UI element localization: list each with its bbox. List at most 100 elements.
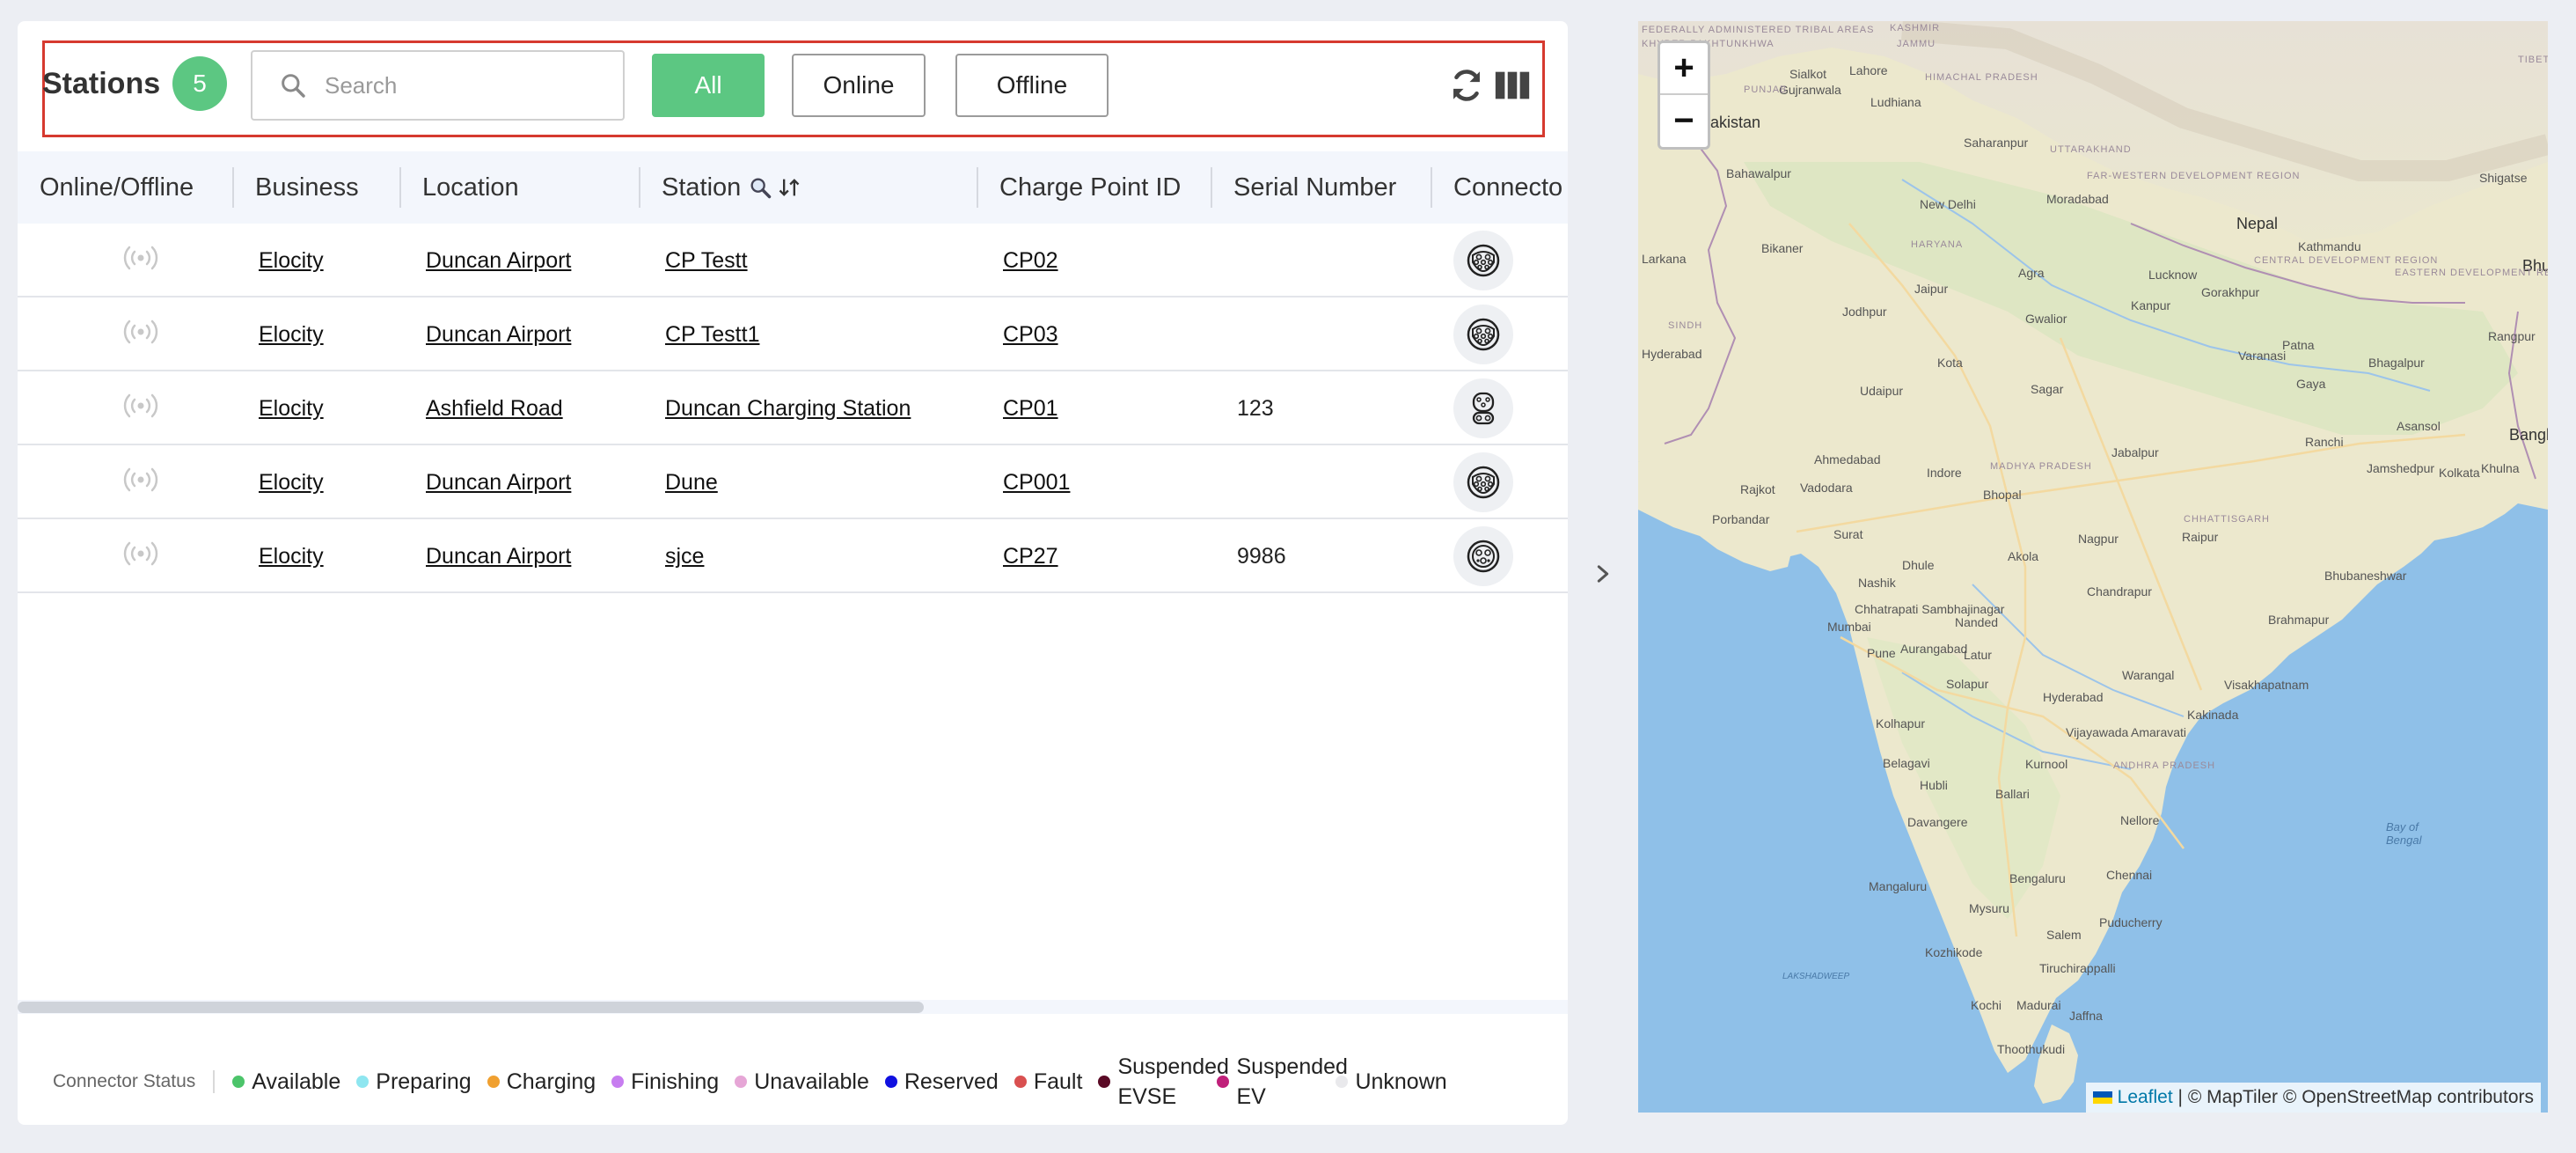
business-cell: Elocity (259, 371, 324, 445)
map-label: Gujranwala (1779, 83, 1841, 97)
charge-point-link[interactable]: CP27 (1003, 544, 1058, 569)
location-link[interactable]: Ashfield Road (426, 396, 563, 422)
column-header-charge-point-id[interactable]: Charge Point ID (977, 151, 1181, 224)
wifi-signal-icon (123, 393, 158, 425)
business-link[interactable]: Elocity (259, 470, 324, 496)
charge-point-link[interactable]: CP02 (1003, 248, 1058, 274)
location-link[interactable]: Duncan Airport (426, 248, 571, 274)
map-label: MADHYA PRADESH (1990, 461, 2092, 472)
charge-point-cell: CP001 (1003, 445, 1070, 519)
station-link[interactable]: CP Testt1 (665, 322, 759, 348)
map-label: Khulna (2481, 461, 2520, 475)
chevron-right-icon[interactable] (1591, 560, 1615, 588)
legend-label: Unavailable (754, 1069, 869, 1094)
connector-button[interactable] (1453, 378, 1513, 438)
zoom-in-button[interactable]: + (1660, 43, 1708, 95)
location-cell: Ashfield Road (426, 371, 563, 445)
map-label: Gorakhpur (2201, 285, 2260, 299)
map-label: Bhubaneshwar (2324, 569, 2407, 583)
horizontal-scrollbar-thumb[interactable] (18, 1002, 924, 1013)
location-cell: Duncan Airport (426, 224, 571, 297)
leaflet-link[interactable]: Leaflet (2118, 1087, 2173, 1108)
column-header-serial-number[interactable]: Serial Number (1211, 151, 1396, 224)
legend-label: Fault (1033, 1069, 1083, 1094)
map-label: Davangere (1907, 815, 1968, 829)
table-row[interactable]: Elocity Ashfield Road Duncan Charging Stat… (18, 371, 1568, 445)
station-cell: Dune (665, 445, 718, 519)
station-link[interactable]: CP Testt (665, 248, 748, 274)
map-label: Thoothukudi (1997, 1042, 2066, 1056)
type2-connector-icon (1466, 317, 1501, 352)
map-label: Jaipur (1914, 282, 1949, 296)
column-header-station[interactable]: Station (639, 151, 802, 224)
map-label: CHHATTISGARH (2184, 514, 2270, 525)
business-link[interactable]: Elocity (259, 248, 324, 274)
station-link[interactable]: Dune (665, 470, 718, 496)
legend-item: Unknown (1336, 1069, 1447, 1095)
map-label: HIMACHAL PRADESH (1925, 72, 2038, 83)
map-label: Kanpur (2131, 298, 2171, 312)
map-label: Rajkot (1740, 482, 1775, 496)
connector-button[interactable] (1453, 452, 1513, 512)
legend-item: Charging (487, 1069, 596, 1095)
map-view[interactable]: Pakistan Nepal Banglad Bhu New Delhi Lah… (1638, 21, 2548, 1113)
column-search-icon[interactable] (748, 175, 772, 200)
filter-online-button[interactable]: Online (792, 54, 926, 117)
charge-point-link[interactable]: CP03 (1003, 322, 1058, 348)
legend-item: Suspended EV (1217, 1052, 1348, 1112)
map-label: Brahmapur (2268, 613, 2330, 627)
connector-button[interactable] (1453, 305, 1513, 364)
table-row[interactable]: Elocity Duncan Airport Dune CP001 (18, 445, 1568, 519)
search-box[interactable] (251, 50, 625, 121)
map-label: Nashik (1858, 576, 1896, 590)
status-dot (1014, 1076, 1027, 1088)
map-label: Mangaluru (1869, 879, 1928, 893)
column-header-location[interactable]: Location (399, 151, 519, 224)
sort-icon[interactable] (776, 175, 802, 200)
map-label: CENTRAL DEVELOPMENT REGION (2254, 255, 2439, 266)
map-label: Nanded (1955, 615, 1999, 629)
map-label: Ranchi (2305, 435, 2344, 449)
column-header-business[interactable]: Business (232, 151, 359, 224)
station-link[interactable]: sjce (665, 544, 704, 569)
station-count-badge: 5 (172, 56, 227, 111)
columns-icon[interactable] (1492, 65, 1533, 106)
table-row[interactable]: Elocity Duncan Airport sjce CP27 9986 (18, 519, 1568, 593)
filter-all-button[interactable]: All (652, 54, 765, 117)
column-header-online-offline[interactable]: Online/Offline (40, 151, 194, 224)
table-row[interactable]: Elocity Duncan Airport CP Testt CP02 (18, 224, 1568, 297)
zoom-out-button[interactable]: − (1660, 95, 1708, 147)
refresh-icon[interactable] (1446, 65, 1487, 106)
map-label: Kolkata (2439, 466, 2480, 480)
map-label: KASHMIR (1890, 23, 1941, 33)
map-label: Tiruchirappalli (2039, 961, 2116, 975)
map-label: Moradabad (2046, 192, 2109, 206)
location-cell: Duncan Airport (426, 445, 571, 519)
connector-button[interactable] (1453, 231, 1513, 290)
location-link[interactable]: Duncan Airport (426, 544, 571, 569)
legend-label: Available (252, 1069, 341, 1094)
location-link[interactable]: Duncan Airport (426, 322, 571, 348)
business-link[interactable]: Elocity (259, 544, 324, 569)
map-label: Asansol (2397, 419, 2441, 433)
column-header-connector[interactable]: Connecto (1431, 151, 1562, 224)
location-link[interactable]: Duncan Airport (426, 470, 571, 496)
charge-point-link[interactable]: CP01 (1003, 396, 1058, 422)
map-label: Hyderabad (1642, 347, 1702, 361)
business-link[interactable]: Elocity (259, 322, 324, 348)
map-label: Lahore (1849, 63, 1888, 77)
legend-label: Charging (506, 1069, 596, 1094)
table-row[interactable]: Elocity Duncan Airport CP Testt1 CP03 (18, 297, 1568, 371)
charge-point-link[interactable]: CP001 (1003, 470, 1070, 496)
status-dot (487, 1076, 500, 1088)
status-cell (123, 519, 158, 593)
search-input[interactable] (325, 71, 615, 99)
map-label: Kakinada (2187, 708, 2239, 722)
connector-button[interactable] (1453, 526, 1513, 586)
wifi-signal-icon (123, 466, 158, 499)
filter-offline-button[interactable]: Offline (955, 54, 1109, 117)
map-label: Belagavi (1883, 756, 1930, 770)
map-label: Kota (1937, 356, 1963, 370)
station-link[interactable]: Duncan Charging Station (665, 396, 911, 422)
business-link[interactable]: Elocity (259, 396, 324, 422)
